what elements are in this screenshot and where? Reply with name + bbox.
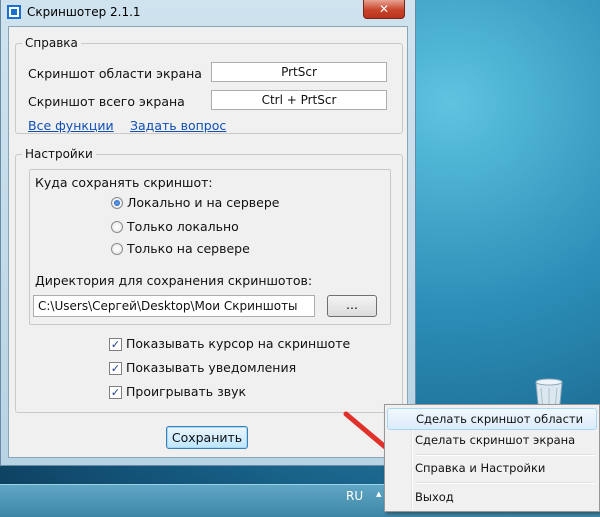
menu-item-help-settings[interactable]: Справка и Настройки [387, 457, 597, 479]
tray-context-menu: Сделать скриншот области Сделать скриншо… [384, 404, 600, 512]
menu-separator [415, 482, 595, 484]
menu-item-exit[interactable]: Выход [387, 486, 597, 508]
menu-item-full-screenshot[interactable]: Сделать скриншот экрана [387, 429, 597, 451]
menu-separator [415, 454, 595, 456]
menu-item-area-screenshot[interactable]: Сделать скриншот области [387, 408, 597, 430]
